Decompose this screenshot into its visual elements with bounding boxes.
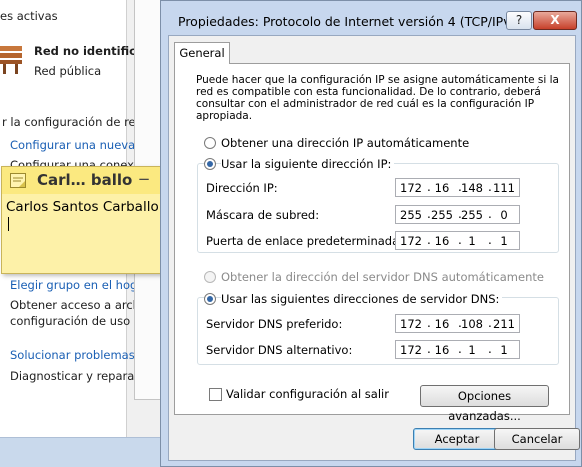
dns-auto-label: Obtener la dirección del servidor DNS au… bbox=[221, 270, 544, 284]
dns-alternate-octet: 16 bbox=[434, 343, 450, 357]
public-network-bench-icon bbox=[0, 46, 22, 74]
network-type-link[interactable]: Red pública bbox=[34, 64, 101, 78]
subnet-octet: 0 bbox=[500, 208, 508, 222]
validate-checkbox[interactable] bbox=[209, 388, 222, 401]
gateway-octet: 1 bbox=[500, 234, 508, 248]
dns-preferred-field[interactable]: 172 . 16 . 108 . 211 bbox=[395, 314, 520, 333]
tcpip-properties-dialog: Propiedades: Protocolo de Internet versi… bbox=[160, 0, 582, 467]
ip-auto-label[interactable]: Obtener una dirección IP automáticamente bbox=[221, 136, 469, 150]
sticky-note-text[interactable]: Carlos Santos Carballo bbox=[6, 199, 159, 215]
advanced-options-button[interactable]: Opciones avanzadas... bbox=[420, 385, 549, 423]
dns-manual-radio[interactable] bbox=[204, 293, 216, 305]
dns-auto-radio bbox=[204, 271, 216, 283]
ip-octet: 172 bbox=[400, 181, 422, 195]
sticky-note-icon bbox=[10, 173, 26, 188]
close-button[interactable]: X bbox=[533, 11, 577, 30]
ip-auto-radio[interactable] bbox=[204, 137, 216, 149]
subnet-octet: 255 bbox=[400, 208, 422, 222]
subnet-mask-field[interactable]: 255 . 255 . 255 . 0 bbox=[395, 205, 520, 224]
validate-label[interactable]: Validar configuración al salir bbox=[226, 387, 389, 401]
subnet-octet: 255 bbox=[431, 208, 453, 222]
change-network-settings-heading: r la configuración de red bbox=[2, 115, 134, 129]
dns-preferred-octet: 172 bbox=[400, 317, 422, 331]
active-networks-heading: es activas bbox=[0, 9, 58, 23]
ip-octet: 111 bbox=[493, 181, 515, 195]
dns-alternate-octet: 172 bbox=[400, 343, 422, 357]
intro-line: red es compatible con esta funcionalidad… bbox=[196, 86, 541, 98]
cancel-button[interactable]: Cancelar bbox=[494, 428, 580, 450]
dns-preferred-label: Servidor DNS preferido: bbox=[206, 317, 343, 331]
dns-alternate-label: Servidor DNS alternativo: bbox=[206, 343, 353, 357]
gateway-field[interactable]: 172 . 16 . 1 . 1 bbox=[395, 231, 520, 250]
ip-octet: 148 bbox=[461, 181, 483, 195]
ip-manual-label[interactable]: Usar la siguiente dirección IP: bbox=[221, 157, 395, 171]
ip-address-label: Dirección IP: bbox=[206, 181, 278, 195]
sticky-note-title: Carl… ballo bbox=[37, 171, 133, 189]
dns-alternate-octet: 1 bbox=[468, 343, 476, 357]
dns-preferred-octet: 16 bbox=[434, 317, 450, 331]
dialog-title: Propiedades: Protocolo de Internet versi… bbox=[178, 14, 524, 29]
homegroup-desc-line1: Obtener acceso a archiv bbox=[10, 298, 134, 312]
dns-manual-label[interactable]: Usar las siguientes direcciones de servi… bbox=[221, 292, 503, 306]
intro-line: consultar con el administrador de red cu… bbox=[196, 98, 535, 110]
dns-alternate-octet: 1 bbox=[500, 343, 508, 357]
dns-preferred-octet: 211 bbox=[493, 317, 515, 331]
subnet-mask-label: Máscara de subred: bbox=[206, 208, 320, 222]
intro-text: Puede hacer que la configuración IP se a… bbox=[196, 74, 559, 122]
subnet-octet: 255 bbox=[461, 208, 483, 222]
setup-new-connection-link[interactable]: Configurar una nueva c bbox=[10, 138, 134, 152]
accept-button[interactable]: Aceptar bbox=[413, 428, 501, 450]
troubleshoot-link[interactable]: Solucionar problemas bbox=[10, 348, 134, 362]
network-name: Red no identificad bbox=[34, 44, 134, 58]
dns-alternate-field[interactable]: 172 . 16 . 1 . 1 bbox=[395, 340, 520, 359]
intro-line: apropiada. bbox=[196, 110, 253, 122]
gateway-label: Puerta de enlace predeterminada: bbox=[206, 234, 404, 248]
gateway-octet: 172 bbox=[400, 234, 422, 248]
intro-line: Puede hacer que la configuración IP se a… bbox=[196, 74, 559, 86]
ip-octet: 16 bbox=[434, 181, 450, 195]
homegroup-desc-line2: configuración de uso co bbox=[10, 314, 134, 328]
tab-general[interactable]: General bbox=[174, 42, 230, 64]
choose-homegroup-link[interactable]: Elegir grupo en el hoga bbox=[10, 278, 134, 292]
gateway-octet: 1 bbox=[468, 234, 476, 248]
gateway-octet: 16 bbox=[434, 234, 450, 248]
ip-manual-radio[interactable] bbox=[204, 158, 216, 170]
dns-preferred-octet: 108 bbox=[461, 317, 483, 331]
troubleshoot-desc: Diagnosticar y reparar p bbox=[10, 369, 134, 383]
help-button[interactable]: ? bbox=[506, 11, 532, 30]
ip-address-field[interactable]: 172 . 16 . 148 . 111 bbox=[395, 178, 520, 197]
minimize-icon[interactable]: − bbox=[136, 170, 152, 188]
text-caret bbox=[8, 217, 9, 231]
